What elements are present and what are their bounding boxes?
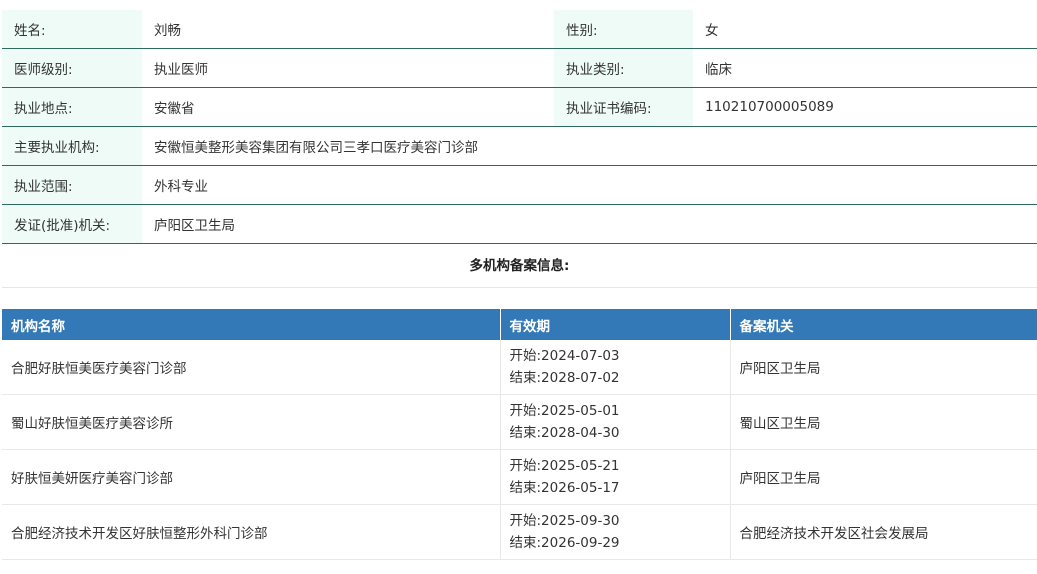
cert-value: 110210700005089 [693,87,1037,127]
category-value: 临床 [693,48,1037,88]
institution-value: 安徽恒美整形美容集团有限公司三孝口医疗美容门诊部 [142,126,1037,166]
validity-end: 结束:2026-09-29 [509,535,620,551]
scope-value: 外科专业 [142,165,1037,205]
org-name-cell: 好肤恒美妍医疗美容门诊部 [2,449,501,505]
info-row-level: 医师级别: 执业医师 执业类别: 临床 [2,48,1037,88]
authority-cell: 庐阳区卫生局 [730,449,1037,505]
validity-cell: 开始:2024-07-03 结束:2028-07-02 [500,340,731,395]
validity-end: 结束:2028-04-30 [509,425,620,441]
authority-cell: 庐阳区卫生局 [730,340,1037,395]
header-org-name: 机构名称 [2,309,501,340]
header-authority: 备案机关 [730,309,1037,340]
info-row-issuer: 发证(批准)机关: 庐阳区卫生局 [2,204,1037,244]
validity-start: 开始:2024-07-03 [509,348,620,364]
info-row-location: 执业地点: 安徽省 执业证书编码: 110210700005089 [2,87,1037,127]
table-row: 蜀山好肤恒美医疗美容诊所 开始:2025-05-01 结束:2028-04-30… [2,394,1037,450]
org-name-cell: 合肥经济技术开发区好肤恒整形外科门诊部 [2,504,501,560]
table-row: 合肥好肤恒美医疗美容门诊部 开始:2024-07-03 结束:2028-07-0… [2,340,1037,395]
scope-label: 执业范围: [2,165,142,205]
gender-value: 女 [693,10,1037,49]
doctor-info-table: 姓名: 刘畅 性别: 女 医师级别: 执业医师 执业类别: 临床 执业地点: 安… [2,10,1037,244]
validity-end: 结束:2028-07-02 [509,370,620,386]
issuer-label: 发证(批准)机关: [2,204,142,244]
authority-cell: 蜀山区卫生局 [730,394,1037,450]
validity-cell: 开始:2025-05-01 结束:2028-04-30 [500,394,731,450]
table-header-row: 机构名称 有效期 备案机关 [2,309,1037,340]
org-name-cell: 合肥好肤恒美医疗美容门诊部 [2,340,501,395]
info-row-institution: 主要执业机构: 安徽恒美整形美容集团有限公司三孝口医疗美容门诊部 [2,126,1037,166]
location-label: 执业地点: [2,87,142,127]
level-label: 医师级别: [2,48,142,88]
name-value: 刘畅 [142,10,554,49]
category-label: 执业类别: [554,48,693,88]
header-validity: 有效期 [500,309,731,340]
gender-label: 性别: [554,10,693,49]
validity-cell: 开始:2025-05-21 结束:2026-05-17 [500,449,731,505]
validity-start: 开始:2025-05-21 [509,458,620,474]
info-row-name: 姓名: 刘畅 性别: 女 [2,10,1037,49]
info-row-scope: 执业范围: 外科专业 [2,165,1037,205]
level-value: 执业医师 [142,48,554,88]
multi-institution-title: 多机构备案信息: [2,245,1037,288]
table-row: 好肤恒美妍医疗美容门诊部 开始:2025-05-21 结束:2026-05-17… [2,449,1037,505]
validity-start: 开始:2025-09-30 [509,513,620,529]
cert-label: 执业证书编码: [554,87,693,127]
validity-cell: 开始:2025-09-30 结束:2026-09-29 [500,504,731,560]
validity-start: 开始:2025-05-01 [509,403,620,419]
issuer-value: 庐阳区卫生局 [142,204,1037,244]
name-label: 姓名: [2,10,142,49]
validity-end: 结束:2026-05-17 [509,480,620,496]
multi-institution-table: 机构名称 有效期 备案机关 合肥好肤恒美医疗美容门诊部 开始:2024-07-0… [2,309,1037,560]
authority-cell: 合肥经济技术开发区社会发展局 [730,504,1037,560]
location-value: 安徽省 [142,87,554,127]
org-name-cell: 蜀山好肤恒美医疗美容诊所 [2,394,501,450]
table-row: 合肥经济技术开发区好肤恒整形外科门诊部 开始:2025-09-30 结束:202… [2,504,1037,560]
institution-label: 主要执业机构: [2,126,142,166]
